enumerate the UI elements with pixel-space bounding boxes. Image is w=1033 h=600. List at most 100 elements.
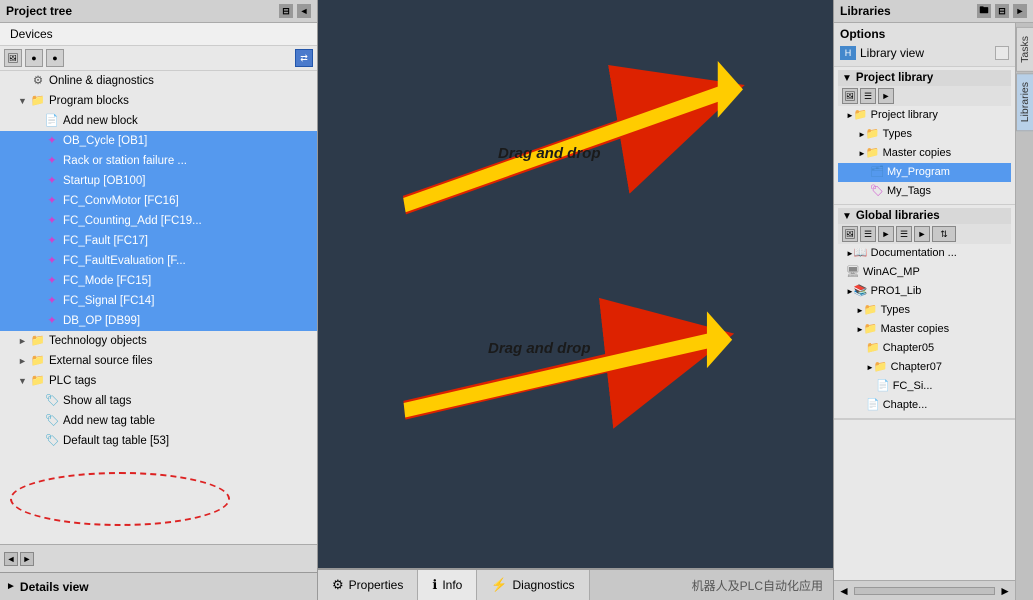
- scroll-arrows: ◄ ►: [4, 552, 34, 566]
- tree-arrow: ▼: [18, 372, 30, 390]
- scroll-left-btn[interactable]: ◄: [4, 552, 18, 566]
- tree-item-db-op[interactable]: ✦DB_OP [DB99]: [0, 311, 317, 331]
- toolbar-sync-btn[interactable]: ⇄: [295, 49, 313, 67]
- devices-tab[interactable]: Devices: [0, 23, 317, 46]
- project-library-toolbar: 🖼 ☰ ►: [838, 86, 1011, 106]
- glob-lib-btn-4[interactable]: ☰: [896, 226, 912, 242]
- glob-lib-item-documentation[interactable]: ► 📖Documentation ...: [838, 244, 1011, 263]
- tree-item-fc-convmotor[interactable]: ✦FC_ConvMotor [FC16]: [0, 191, 317, 211]
- tree-item-fc-fault[interactable]: ✦FC_Fault [FC17]: [0, 231, 317, 251]
- tree-item-ext-source[interactable]: ►📁External source files: [0, 351, 317, 371]
- tree-item-fc-faultevaluation[interactable]: ✦FC_FaultEvaluation [F...: [0, 251, 317, 271]
- glob-lib-icon: 📚: [854, 283, 868, 300]
- tree-item-label: PLC tags: [49, 372, 96, 390]
- global-library-toolbar: 🖼 ☰ ► ☰ ► ⇅: [838, 224, 1011, 244]
- glob-lib-item-pro1-master[interactable]: ► 📁Master copies: [838, 320, 1011, 339]
- glob-lib-item-chapter07[interactable]: ► 📁Chapter07: [838, 358, 1011, 377]
- proj-lib-item-proj-lib-root[interactable]: ► 📁Project library: [838, 106, 1011, 125]
- toolbar-btn-1[interactable]: 🖼: [4, 49, 22, 67]
- glob-lib-item-winac-mp[interactable]: 🖥WinAC_MP: [838, 263, 1011, 282]
- tree-item-fc-counting[interactable]: ✦FC_Counting_Add [FC19...: [0, 211, 317, 231]
- tree-item-ob-cycle[interactable]: ✦OB_Cycle [OB1]: [0, 131, 317, 151]
- panel-collapse-btn[interactable]: ◄: [297, 4, 311, 18]
- tree-scroll-inner[interactable]: ⚙Online & diagnostics▼📁Program blocks📄Ad…: [0, 71, 317, 544]
- glob-lib-item-chapter05[interactable]: 📁Chapter05: [838, 339, 1011, 358]
- lib-collapse-btn[interactable]: ►: [1013, 4, 1027, 18]
- lib-icon-1[interactable]: 🖿: [977, 4, 991, 18]
- proj-lib-item-my-tags[interactable]: 🏷My_Tags: [838, 182, 1011, 201]
- tree-item-label: FC_Mode [FC15]: [63, 272, 151, 290]
- global-libraries-header[interactable]: ▼ Global libraries: [838, 208, 1011, 224]
- glob-lib-item-pro1-types[interactable]: ► 📁Types: [838, 301, 1011, 320]
- tree-item-label: Program blocks: [49, 92, 129, 110]
- tree-toolbar: 🖼 ● ● ⇄: [0, 46, 317, 71]
- glob-lib-btn-3[interactable]: ►: [878, 226, 894, 242]
- tree-item-tech-objects[interactable]: ►📁Technology objects: [0, 331, 317, 351]
- tree-item-rack-station[interactable]: ✦Rack or station failure ...: [0, 151, 317, 171]
- tab-diagnostics[interactable]: ⚡ Diagnostics: [477, 570, 589, 600]
- tree-arrow: ▼: [18, 92, 30, 110]
- tree-item-fc-signal[interactable]: ✦FC_Signal [FC14]: [0, 291, 317, 311]
- tree-item-add-new-block[interactable]: 📄Add new block: [0, 111, 317, 131]
- tree-item-label: FC_Fault [FC17]: [63, 232, 148, 250]
- glob-lib-label: Types: [881, 302, 910, 319]
- star-icon: ✦: [44, 194, 60, 208]
- drag-label-bottom: Drag and drop: [488, 340, 591, 357]
- tree-item-label: Add new tag table: [63, 412, 155, 430]
- lib-scroll-left[interactable]: ◄: [838, 584, 850, 598]
- tree-item-label: FC_ConvMotor [FC16]: [63, 192, 179, 210]
- project-library-header[interactable]: ▼ Project library: [838, 70, 1011, 86]
- tab-info[interactable]: ℹ Info: [418, 570, 477, 600]
- tree-item-show-all-tags[interactable]: 🏷Show all tags: [0, 391, 317, 411]
- glob-lib-btn-2[interactable]: ☰: [860, 226, 876, 242]
- proj-lib-item-types[interactable]: ► 📁Types: [838, 125, 1011, 144]
- tree-item-add-new-tag-table[interactable]: 🏷Add new tag table: [0, 411, 317, 431]
- glob-lib-btn-1[interactable]: 🖼: [842, 226, 858, 242]
- star-icon: ✦: [44, 234, 60, 248]
- tree-item-default-tag-table[interactable]: 🏷Default tag table [53]: [0, 431, 317, 451]
- glob-lib-btn-5[interactable]: ►: [914, 226, 930, 242]
- glob-lib-item-pro1-lib[interactable]: ► 📚PRO1_Lib: [838, 282, 1011, 301]
- glob-lib-item-chapter-more[interactable]: 📄Chapte...: [838, 396, 1011, 415]
- lib-item-label: My_Tags: [887, 183, 931, 200]
- tree-item-label: FC_Counting_Add [FC19...: [63, 212, 202, 230]
- library-view-row[interactable]: H Library view: [840, 44, 1009, 62]
- gear-icon: ⚙: [30, 74, 46, 88]
- tree-item-fc-mode[interactable]: ✦FC_Mode [FC15]: [0, 271, 317, 291]
- toolbar-btn-2[interactable]: ●: [25, 49, 43, 67]
- glob-lib-icon: 📁: [864, 302, 878, 319]
- scroll-right-btn[interactable]: ►: [20, 552, 34, 566]
- proj-lib-btn-2[interactable]: ☰: [860, 88, 876, 104]
- tree-item-label: FC_FaultEvaluation [F...: [63, 252, 186, 270]
- proj-lib-item-my-program[interactable]: 🗂My_Program: [838, 163, 1011, 182]
- libraries-tab[interactable]: Libraries: [1016, 73, 1033, 131]
- library-view-label: Library view: [860, 46, 924, 60]
- tab-properties[interactable]: ⚙ Properties: [318, 570, 418, 600]
- glob-lib-arrow: ►: [856, 321, 864, 338]
- tree-item-online-diag[interactable]: ⚙Online & diagnostics: [0, 71, 317, 91]
- lib-icon-2[interactable]: ⊟: [995, 4, 1009, 18]
- tree-item-startup[interactable]: ✦Startup [OB100]: [0, 171, 317, 191]
- tree-item-label: External source files: [49, 352, 153, 370]
- page-icon: 📄: [44, 114, 60, 128]
- tasks-tab[interactable]: Tasks: [1016, 27, 1033, 72]
- proj-lib-btn-3[interactable]: ►: [878, 88, 894, 104]
- glob-lib-item-fc-si[interactable]: 📄FC_Si...: [838, 377, 1011, 396]
- toolbar-btn-3[interactable]: ●: [46, 49, 64, 67]
- library-view-icon: H: [840, 46, 856, 60]
- lib-scroll-right[interactable]: ►: [999, 584, 1011, 598]
- glob-lib-scroll[interactable]: ⇅: [932, 226, 956, 242]
- project-tree-header: Project tree ⊟ ◄: [0, 0, 317, 23]
- proj-lib-item-master-copies[interactable]: ► 📁Master copies: [838, 144, 1011, 163]
- right-side-tabs: Tasks Libraries: [1015, 23, 1033, 600]
- tree-item-plc-tags[interactable]: ▼📁PLC tags: [0, 371, 317, 391]
- glob-lib-icon: 📁: [874, 359, 888, 376]
- star-icon: ✦: [44, 274, 60, 288]
- tree-item-program-blocks[interactable]: ▼📁Program blocks: [0, 91, 317, 111]
- proj-lib-btn-1[interactable]: 🖼: [842, 88, 858, 104]
- panel-icon-1[interactable]: ⊟: [279, 4, 293, 18]
- lib-view-toggle[interactable]: [995, 46, 1009, 60]
- lib-scroll-bar[interactable]: [854, 587, 995, 595]
- glob-lib-label: FC_Si...: [893, 378, 933, 395]
- details-view-section[interactable]: ► Details view: [0, 572, 317, 600]
